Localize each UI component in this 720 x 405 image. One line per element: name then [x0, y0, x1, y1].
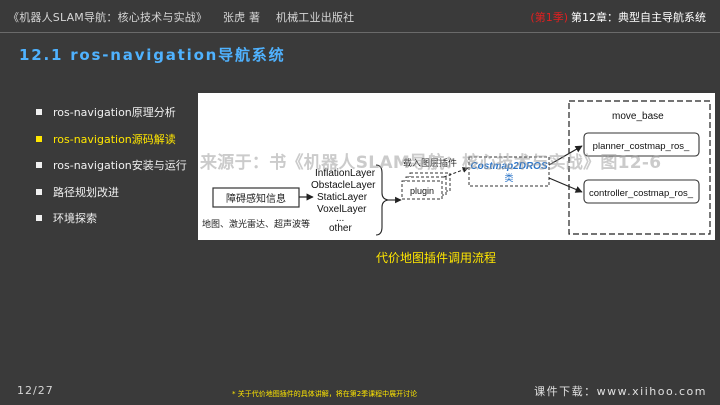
planner-label: planner_costmap_ros_ — [593, 141, 690, 152]
page-number: 12/27 — [17, 384, 54, 397]
top-bar: 《机器人SLAM导航：核心技术与实战》 张虎 著 机械工业出版社 (第1季) 第1… — [0, 0, 720, 33]
menu-item-exploration[interactable]: 环境探索 — [36, 205, 187, 232]
menu-item-install-run[interactable]: ros-navigation安装与运行 — [36, 152, 187, 179]
sensor-label: 地图、激光雷达、超声波等 — [202, 218, 310, 230]
menu-item-label: 路径规划改进 — [53, 185, 119, 199]
menu-item-label: ros-navigation源码解读 — [53, 132, 176, 146]
section-title: 12.1 ros-navigation导航系统 — [19, 46, 286, 64]
author: 张虎 著 — [222, 11, 261, 24]
arrow-to-controller — [548, 177, 583, 193]
obstacle-info-label: 障碍感知信息 — [226, 192, 286, 205]
costmap-flow-diagram: 障碍感知信息 地图、激光雷达、超声波等 InflationLayer Obsta… — [198, 93, 715, 240]
load-label: 载入图层插件 — [403, 157, 457, 169]
bullet-icon — [36, 135, 42, 142]
bullet-icon — [36, 109, 42, 116]
publisher: 机械工业出版社 — [275, 11, 355, 24]
figure-caption: 代价地图插件调用流程 — [376, 251, 497, 265]
bullet-icon — [36, 162, 42, 169]
layer-static: StaticLayer — [317, 192, 368, 203]
arrow-to-planner — [548, 145, 583, 166]
menu-item-label: ros-navigation原理分析 — [53, 106, 176, 120]
book-title: 《机器人SLAM导航：核心技术与实战》 — [8, 11, 208, 24]
menu-item-source-code[interactable]: ros-navigation源码解读 — [36, 126, 187, 153]
book-info: 《机器人SLAM导航：核心技术与实战》 张虎 著 机械工业出版社 — [8, 9, 366, 25]
bullet-icon — [36, 188, 42, 195]
layer-inflation: InflationLayer — [315, 168, 376, 179]
chapter-info: (第1季) 第12章：典型自主导航系统 — [530, 9, 706, 25]
footnote: * 关于代价地图插件的具体讲解，将在第2季课程中展开讨论 — [232, 390, 418, 398]
chapter-label: 第12章：典型自主导航系统 — [571, 11, 706, 24]
header-divider — [0, 32, 720, 33]
costmap2dros-sub: 类 — [504, 172, 513, 184]
controller-label: controller_costmap_ros_ — [589, 188, 694, 199]
topic-menu: ros-navigation原理分析 ros-navigation源码解读 ro… — [36, 99, 187, 232]
menu-item-label: ros-navigation安装与运行 — [53, 159, 187, 173]
layer-brace — [375, 164, 389, 236]
menu-item-principle[interactable]: ros-navigation原理分析 — [36, 99, 187, 126]
bullet-icon — [36, 215, 42, 222]
costmap2dros-label: Costmap2DROS — [470, 161, 548, 172]
download-link[interactable]: 课件下载：www.xiihoo.com — [534, 383, 707, 399]
move-base-label: move_base — [612, 111, 664, 122]
layer-obstacle: ObstacleLayer — [311, 180, 376, 191]
menu-item-label: 环境探索 — [53, 212, 97, 226]
layer-other: other — [329, 223, 352, 234]
menu-item-path-planning[interactable]: 路径规划改进 — [36, 179, 187, 206]
plugin-label: plugin — [410, 186, 434, 196]
diagram-canvas: 障碍感知信息 地图、激光雷达、超声波等 InflationLayer Obsta… — [202, 100, 711, 236]
season-label: (第1季) — [530, 11, 568, 24]
